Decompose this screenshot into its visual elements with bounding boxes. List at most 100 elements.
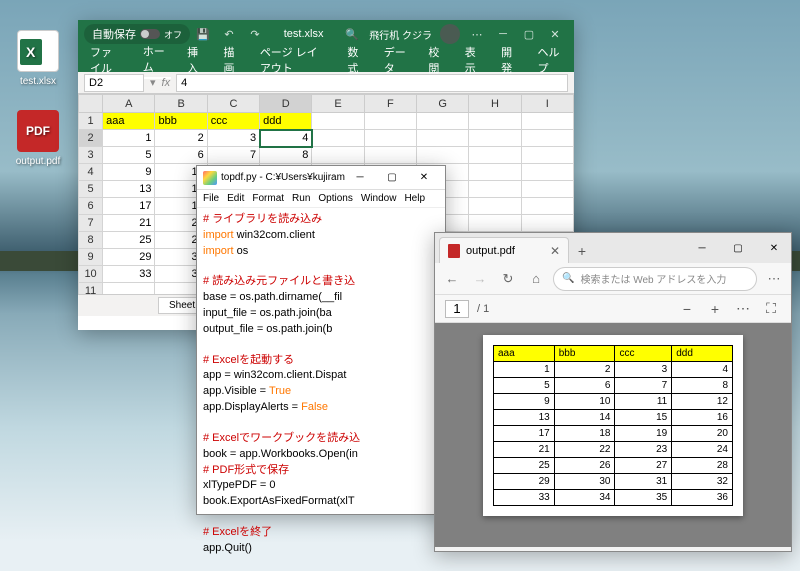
zoom-out-button[interactable]: − [677,299,697,319]
pdf-viewport[interactable]: aaabbbcccddd1234567891011121314151617181… [435,323,791,547]
minimize-button[interactable]: ─ [345,168,375,188]
maximize-icon[interactable]: ▢ [520,25,538,43]
cell[interactable]: 25 [103,232,155,249]
desktop-icon-excel-file[interactable]: test.xlsx [8,30,68,87]
new-tab-button[interactable]: + [569,239,595,263]
cell[interactable] [469,147,521,164]
cell[interactable]: 7 [207,147,259,164]
column-header[interactable]: I [521,95,573,113]
cell[interactable] [469,198,521,215]
menu-window[interactable]: Window [361,193,397,204]
minimize-icon[interactable]: ─ [494,25,512,43]
cell[interactable]: 17 [103,198,155,215]
cell[interactable]: 1 [103,130,155,147]
cell[interactable]: 21 [103,215,155,232]
column-header[interactable]: G [417,95,469,113]
cell[interactable] [364,113,416,130]
undo-icon[interactable]: ↶ [220,25,238,43]
cell[interactable] [103,283,155,295]
row-header[interactable]: 8 [79,232,103,249]
cell[interactable] [417,113,469,130]
ribbon-options-icon[interactable]: ⋯ [468,25,486,43]
back-button[interactable]: ← [441,268,463,290]
row-header[interactable]: 4 [79,164,103,181]
row-header[interactable]: 9 [79,249,103,266]
autosave-toggle[interactable]: 自動保存 オフ [84,24,190,44]
address-bar[interactable]: 🔍 検索または Web アドレスを入力 [553,267,757,291]
cell[interactable]: 29 [103,249,155,266]
cell[interactable] [521,164,573,181]
menu-edit[interactable]: Edit [227,193,244,204]
row-header[interactable]: 5 [79,181,103,198]
cell[interactable] [417,147,469,164]
more-options-icon[interactable]: ⋯ [733,299,753,319]
cell[interactable] [469,215,521,232]
menu-run[interactable]: Run [292,193,310,204]
code-editor[interactable]: # ライブラリを読み込み import win32com.client impo… [197,208,445,561]
cell[interactable] [364,130,416,147]
menu-button[interactable]: ⋯ [763,268,785,290]
cell[interactable]: 5 [103,147,155,164]
maximize-button[interactable]: ▢ [721,235,755,261]
desktop-icon-pdf-file[interactable]: PDF output.pdf [8,110,68,167]
cell[interactable]: 13 [103,181,155,198]
cell[interactable] [521,181,573,198]
cell[interactable] [469,164,521,181]
cell[interactable] [417,130,469,147]
cell[interactable] [521,215,573,232]
close-button[interactable]: ✕ [409,168,439,188]
zoom-in-button[interactable]: + [705,299,725,319]
row-header[interactable]: 3 [79,147,103,164]
save-icon[interactable]: 💾 [194,25,212,43]
minimize-button[interactable]: ─ [685,235,719,261]
menu-format[interactable]: Format [252,193,284,204]
idle-titlebar[interactable]: topdf.py - C:¥Users¥kujiramac¥Desktop¥to… [197,166,445,190]
search-icon[interactable]: 🔍 [343,25,361,43]
maximize-button[interactable]: ▢ [377,168,407,188]
cell[interactable]: aaa [103,113,155,130]
fx-icon[interactable]: fx [162,77,171,89]
column-header[interactable]: D [260,95,312,113]
row-header[interactable]: 7 [79,215,103,232]
cell[interactable] [312,147,364,164]
tab-close-icon[interactable]: ✕ [550,244,560,258]
menu-options[interactable]: Options [318,193,352,204]
cell[interactable] [312,113,364,130]
cell[interactable] [312,130,364,147]
cell[interactable] [521,113,573,130]
column-header[interactable]: C [207,95,259,113]
row-header[interactable]: 1 [79,113,103,130]
cell[interactable] [469,130,521,147]
cell[interactable]: ddd [260,113,312,130]
formula-input[interactable]: 4 [176,74,568,92]
cell[interactable] [469,181,521,198]
browser-tab[interactable]: output.pdf ✕ [439,237,569,263]
cell[interactable]: 3 [207,130,259,147]
forward-button[interactable]: → [469,268,491,290]
menu-help[interactable]: Help [404,193,425,204]
home-button[interactable]: ⌂ [525,268,547,290]
cell[interactable]: 33 [103,266,155,283]
cell[interactable]: 6 [155,147,207,164]
refresh-button[interactable]: ↻ [497,268,519,290]
close-button[interactable]: ✕ [757,235,791,261]
cell[interactable] [469,113,521,130]
row-header[interactable]: 2 [79,130,103,147]
row-header[interactable]: 11 [79,283,103,295]
cell[interactable] [521,130,573,147]
dropdown-icon[interactable]: ▾ [150,76,156,89]
cell[interactable] [521,198,573,215]
column-header[interactable]: A [103,95,155,113]
column-header[interactable]: F [364,95,416,113]
cell[interactable]: bbb [155,113,207,130]
column-header[interactable]: B [155,95,207,113]
row-header[interactable]: 10 [79,266,103,283]
cell[interactable]: 4 [260,130,312,147]
user-avatar-icon[interactable] [440,24,460,44]
fit-page-icon[interactable]: ⛶ [761,299,781,319]
close-icon[interactable]: ✕ [546,25,564,43]
menu-file[interactable]: File [203,193,219,204]
cell[interactable]: 8 [260,147,312,164]
column-header[interactable]: H [469,95,521,113]
cell[interactable] [521,147,573,164]
